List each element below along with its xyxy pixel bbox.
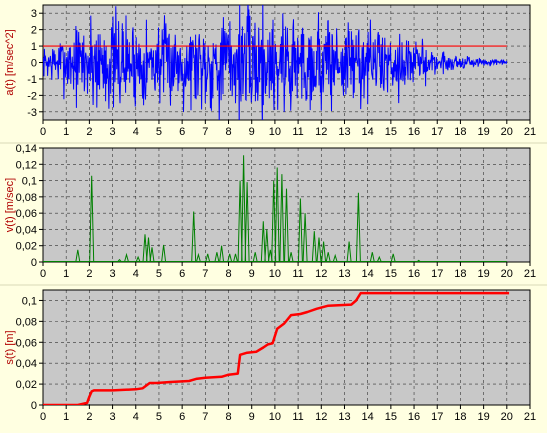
y-tick-label: 0,02 [16, 241, 37, 253]
x-tick-label: 21 [524, 411, 536, 423]
x-tick-label: 16 [408, 126, 420, 138]
x-tick-label: 16 [408, 268, 420, 280]
x-tick-label: 12 [315, 268, 327, 280]
x-tick-label: 1 [63, 268, 69, 280]
y-axis-label: a(t) [m/sec^2] [4, 29, 16, 95]
x-tick-label: 4 [133, 268, 139, 280]
plot-area [42, 289, 531, 406]
x-tick-label: 6 [179, 411, 185, 423]
x-tick-label: 20 [501, 126, 513, 138]
x-tick-label: 19 [477, 126, 489, 138]
y-tick-label: -1 [27, 74, 37, 86]
x-tick-label: 15 [385, 411, 397, 423]
x-tick-label: 2 [86, 126, 92, 138]
x-tick-label: 3 [110, 411, 116, 423]
x-tick-label: 14 [362, 268, 374, 280]
acceleration-chart: 0 1 2 3 4 5 6 7 8 9 10 11 12 13 14 15 16 17 18 19 20 21-3-2-1… [4, 4, 536, 138]
x-tick-label: 3 [110, 126, 116, 138]
x-tick-label: 13 [338, 268, 350, 280]
x-tick-label: 14 [362, 126, 374, 138]
y-tick-label: 1 [31, 41, 37, 53]
x-tick-label: 9 [249, 126, 255, 138]
x-tick-label: 19 [477, 411, 489, 423]
y-tick-label: -2 [27, 90, 37, 102]
x-tick-label: 13 [338, 126, 350, 138]
x-tick-label: 6 [179, 126, 185, 138]
y-tick-label: 0 [31, 400, 37, 412]
y-tick-label: 0,04 [16, 224, 37, 236]
y-tick-label: -3 [27, 107, 37, 119]
x-tick-label: 19 [477, 268, 489, 280]
y-tick-label: 0,06 [16, 337, 37, 349]
y-tick-label: 3 [31, 8, 37, 20]
x-tick-label: 8 [225, 268, 231, 280]
x-tick-label: 2 [86, 411, 92, 423]
y-tick-label: 0,06 [16, 208, 37, 220]
x-tick-label: 15 [385, 268, 397, 280]
x-tick-label: 20 [501, 268, 513, 280]
x-tick-label: 15 [385, 126, 397, 138]
x-tick-label: 3 [110, 268, 116, 280]
x-tick-label: 17 [431, 126, 443, 138]
x-tick-label: 21 [524, 126, 536, 138]
x-tick-label: 14 [362, 411, 374, 423]
x-tick-label: 2 [86, 268, 92, 280]
y-tick-label: 0 [31, 58, 37, 70]
y-tick-label: 2 [31, 25, 37, 37]
x-tick-label: 8 [225, 126, 231, 138]
x-tick-label: 7 [202, 126, 208, 138]
y-tick-label: 0,02 [16, 379, 37, 391]
y-tick-label: 0,1 [22, 295, 37, 307]
x-tick-label: 9 [249, 411, 255, 423]
y-tick-label: 0,08 [16, 192, 37, 204]
x-tick-label: 11 [292, 126, 303, 138]
x-tick-label: 17 [431, 411, 443, 423]
x-tick-label: 10 [269, 126, 281, 138]
x-tick-label: 0 [40, 411, 46, 423]
x-tick-label: 0 [40, 126, 46, 138]
x-tick-label: 11 [292, 268, 303, 280]
x-tick-label: 11 [292, 411, 303, 423]
x-tick-label: 16 [408, 411, 420, 423]
x-tick-label: 21 [524, 268, 536, 280]
x-tick-label: 1 [63, 126, 69, 138]
x-tick-label: 7 [202, 268, 208, 280]
y-tick-label: 0 [31, 257, 37, 269]
x-tick-label: 13 [338, 411, 350, 423]
x-tick-label: 4 [133, 411, 139, 423]
x-tick-label: 18 [454, 268, 466, 280]
y-axis-label: v(t) [m/sec] [4, 178, 16, 232]
velocity-chart: 0 1 2 3 4 5 6 7 8 9 10 11 12 13 14 15 16 17 18 19 20 2100,020… [4, 143, 536, 280]
x-tick-label: 10 [269, 411, 281, 423]
x-tick-label: 12 [315, 411, 327, 423]
x-tick-label: 5 [156, 268, 162, 280]
x-tick-label: 5 [156, 126, 162, 138]
x-tick-label: 17 [431, 268, 443, 280]
y-tick-label: 0,12 [16, 159, 37, 171]
x-tick-label: 20 [501, 411, 513, 423]
x-tick-label: 8 [225, 411, 231, 423]
chart-panel: 0 1 2 3 4 5 6 7 8 9 10 11 12 13 14 15 16 17 18 19 20 21-3-2-1… [0, 0, 547, 433]
x-tick-label: 9 [249, 268, 255, 280]
x-tick-label: 0 [40, 268, 46, 280]
x-tick-label: 12 [315, 126, 327, 138]
x-tick-label: 1 [63, 411, 69, 423]
y-tick-label: 0,1 [22, 176, 37, 188]
x-tick-label: 5 [156, 411, 162, 423]
x-tick-label: 10 [269, 268, 281, 280]
x-tick-label: 7 [202, 411, 208, 423]
x-tick-label: 6 [179, 268, 185, 280]
x-tick-label: 4 [133, 126, 139, 138]
displacement-chart: 0 1 2 3 4 5 6 7 8 9 10 11 12 13 14 15 16 17 18 19 20 2100,020… [4, 289, 536, 423]
y-tick-label: 0,04 [16, 358, 37, 370]
y-tick-label: 0,08 [16, 316, 37, 328]
y-tick-label: 0,14 [16, 143, 37, 155]
x-tick-label: 18 [454, 411, 466, 423]
y-axis-label: s(t) [m] [4, 330, 16, 364]
x-tick-label: 18 [454, 126, 466, 138]
